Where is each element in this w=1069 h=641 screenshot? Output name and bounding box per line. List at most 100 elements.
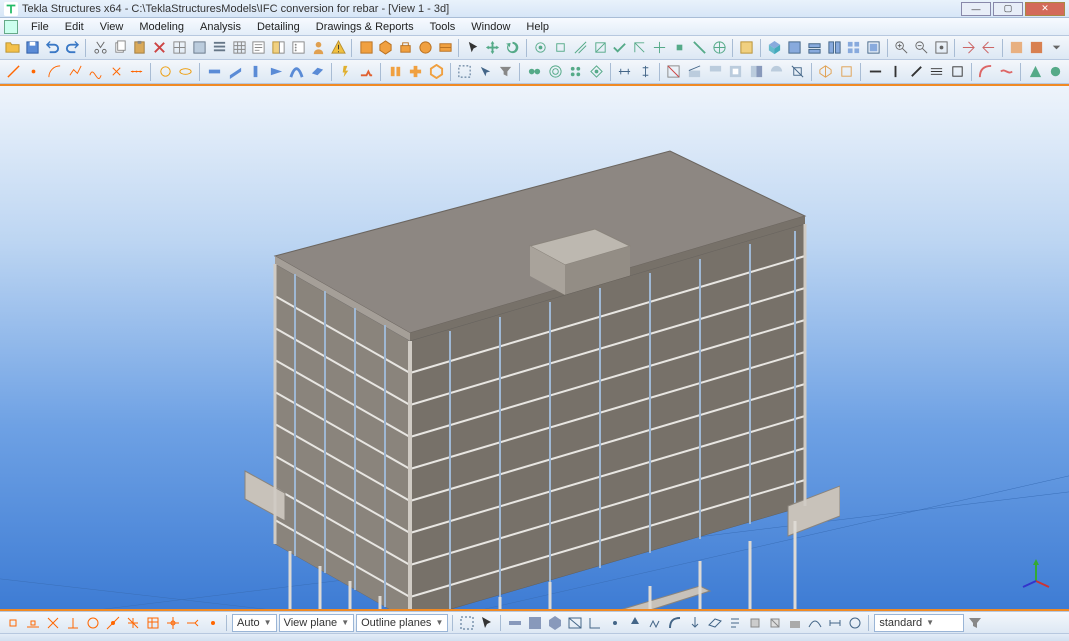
- person-icon[interactable]: [310, 38, 328, 58]
- mdi-icon[interactable]: [4, 20, 18, 34]
- sel-points-icon[interactable]: [606, 614, 624, 632]
- snap-6-icon[interactable]: [631, 38, 649, 58]
- dim-1-icon[interactable]: [615, 62, 634, 82]
- properties-icon[interactable]: [250, 38, 268, 58]
- weld-icon[interactable]: [357, 62, 376, 82]
- clip-5-icon[interactable]: [747, 62, 766, 82]
- snap-3-icon[interactable]: [571, 38, 589, 58]
- outline-planes-dropdown[interactable]: Outline planes▼: [356, 614, 448, 632]
- menu-modeling[interactable]: Modeling: [132, 20, 191, 34]
- sel-assemblies-icon[interactable]: [546, 614, 564, 632]
- sel-planes-icon[interactable]: [706, 614, 724, 632]
- snap-mid-icon[interactable]: [24, 614, 42, 632]
- beam-1-icon[interactable]: [205, 62, 224, 82]
- snap-free-icon[interactable]: [204, 614, 222, 632]
- component-2-icon[interactable]: [377, 38, 395, 58]
- rotate-icon[interactable]: [504, 38, 522, 58]
- iso-icon[interactable]: [817, 62, 836, 82]
- section-2-icon[interactable]: [886, 62, 905, 82]
- minimize-button[interactable]: —: [961, 2, 991, 16]
- clip-4-icon[interactable]: [726, 62, 745, 82]
- sel-distance-icon[interactable]: [826, 614, 844, 632]
- select-1-icon[interactable]: [455, 62, 474, 82]
- view-5-icon[interactable]: [845, 38, 863, 58]
- filter-icon[interactable]: [497, 62, 516, 82]
- snap-2-icon[interactable]: [551, 38, 569, 58]
- snap-center-icon[interactable]: [84, 614, 102, 632]
- spline-icon[interactable]: [86, 62, 105, 82]
- mat-4-icon[interactable]: [587, 62, 606, 82]
- divide-icon[interactable]: [128, 62, 147, 82]
- wireframe-icon[interactable]: [171, 38, 189, 58]
- final-2-icon[interactable]: [1046, 62, 1065, 82]
- snap-9-icon[interactable]: [690, 38, 708, 58]
- sel-bolts-icon[interactable]: [626, 614, 644, 632]
- snap-auto-dropdown[interactable]: Auto▼: [232, 614, 277, 632]
- zoom-in-icon[interactable]: [893, 38, 911, 58]
- sel-objects-icon[interactable]: [506, 614, 524, 632]
- arc-icon[interactable]: [45, 62, 64, 82]
- open-icon[interactable]: [4, 38, 22, 58]
- snap-8-icon[interactable]: [671, 38, 689, 58]
- sel-all-icon[interactable]: [458, 614, 476, 632]
- snap-intersect-icon[interactable]: [44, 614, 62, 632]
- snap-grid-icon[interactable]: [144, 614, 162, 632]
- sel-final-icon[interactable]: [846, 614, 864, 632]
- catalog-icon[interactable]: [270, 38, 288, 58]
- undo-icon[interactable]: [44, 38, 62, 58]
- list-icon[interactable]: [290, 38, 308, 58]
- sel-pour-icon[interactable]: [786, 614, 804, 632]
- final-1-icon[interactable]: [1026, 62, 1045, 82]
- circle-icon[interactable]: [156, 62, 175, 82]
- beam-2-icon[interactable]: [226, 62, 245, 82]
- color-2-icon[interactable]: [1027, 38, 1045, 58]
- line-icon[interactable]: [4, 62, 23, 82]
- zoom-fit-icon[interactable]: [932, 38, 950, 58]
- view-plane-dropdown[interactable]: View plane▼: [279, 614, 355, 632]
- snap-5-icon[interactable]: [611, 38, 629, 58]
- snap-endpoint-icon[interactable]: [4, 614, 22, 632]
- view-3-icon[interactable]: [805, 38, 823, 58]
- conn-3-icon[interactable]: [427, 62, 446, 82]
- component-5-icon[interactable]: [436, 38, 454, 58]
- snap-ext-icon[interactable]: [184, 614, 202, 632]
- menu-analysis[interactable]: Analysis: [193, 20, 248, 34]
- copy-icon[interactable]: [111, 38, 129, 58]
- conn-1-icon[interactable]: [386, 62, 405, 82]
- clip-6-icon[interactable]: [768, 62, 787, 82]
- menu-edit[interactable]: Edit: [58, 20, 91, 34]
- dim-2-icon[interactable]: [636, 62, 655, 82]
- section-3-icon[interactable]: [907, 62, 926, 82]
- drop-1-icon[interactable]: [1047, 38, 1065, 58]
- close-button[interactable]: ✕: [1025, 2, 1065, 16]
- beam-3-icon[interactable]: [246, 62, 265, 82]
- sel-tasks-icon[interactable]: [726, 614, 744, 632]
- shaded-icon[interactable]: [190, 38, 208, 58]
- pointer-icon[interactable]: [464, 38, 482, 58]
- mat-1-icon[interactable]: [525, 62, 544, 82]
- move-icon[interactable]: [484, 38, 502, 58]
- snap-1-icon[interactable]: [532, 38, 550, 58]
- mat-3-icon[interactable]: [566, 62, 585, 82]
- menu-detailing[interactable]: Detailing: [250, 20, 307, 34]
- snap-any-icon[interactable]: [124, 614, 142, 632]
- view-6-icon[interactable]: [865, 38, 883, 58]
- component-1-icon[interactable]: [357, 38, 375, 58]
- snap-nearest-icon[interactable]: [104, 614, 122, 632]
- point-icon[interactable]: [25, 62, 44, 82]
- component-4-icon[interactable]: [417, 38, 435, 58]
- view-4-icon[interactable]: [825, 38, 843, 58]
- clip-2-icon[interactable]: [685, 62, 704, 82]
- snap-4-icon[interactable]: [591, 38, 609, 58]
- cross-icon[interactable]: [107, 62, 126, 82]
- view-1-icon[interactable]: [766, 38, 784, 58]
- paste-icon[interactable]: [131, 38, 149, 58]
- ortho-icon[interactable]: [837, 62, 856, 82]
- sel-welds-icon[interactable]: [646, 614, 664, 632]
- orientation-gizmo[interactable]: [1021, 559, 1051, 589]
- select-2-icon[interactable]: [476, 62, 495, 82]
- view-list-icon[interactable]: [210, 38, 228, 58]
- menu-help[interactable]: Help: [519, 20, 556, 34]
- sel-ref2-icon[interactable]: [766, 614, 784, 632]
- menu-tools[interactable]: Tools: [423, 20, 463, 34]
